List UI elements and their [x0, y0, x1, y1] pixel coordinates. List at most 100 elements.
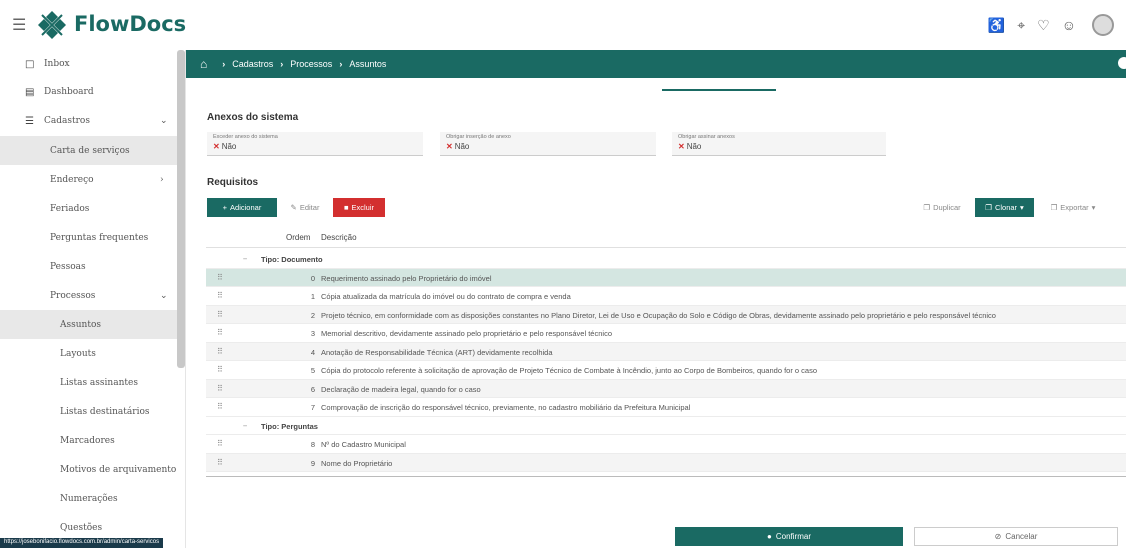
- sidebar: □ Inbox ▤ Dashboard ☰ Cadastros ⌄ Carta …: [0, 50, 186, 548]
- sidebar-item-processos[interactable]: Processos ⌄: [0, 281, 185, 310]
- home-icon[interactable]: ⌂: [200, 57, 207, 71]
- breadcrumb-item[interactable]: Processos: [290, 59, 332, 69]
- column-header-description[interactable]: Descrição: [321, 233, 357, 242]
- caret-down-icon: ▾: [1020, 203, 1024, 212]
- drag-handle-icon[interactable]: ⠿: [217, 273, 223, 282]
- field-value: ✕ Não: [213, 142, 236, 151]
- row-order: 5: [310, 366, 315, 375]
- confirm-button-label: Confirmar: [775, 532, 811, 541]
- copy-icon: ❐: [923, 203, 931, 212]
- add-button-label: Adicionar: [230, 203, 262, 212]
- export-button[interactable]: ❐ Exportar ▾: [1040, 198, 1106, 217]
- avatar[interactable]: [1092, 14, 1114, 36]
- sidebar-item-feriados[interactable]: Feriados: [0, 194, 185, 223]
- add-button[interactable]: + Adicionar: [207, 198, 277, 217]
- x-icon: ✕: [678, 142, 685, 151]
- drag-handle-icon[interactable]: ⠿: [217, 291, 223, 300]
- anexo-field-obrigar-insercao: Obrigar inserção de anexo ✕ Não: [440, 132, 656, 156]
- edit-button-label: Editar: [299, 203, 320, 212]
- sidebar-item-numeracoes[interactable]: Numerações: [0, 484, 185, 513]
- row-description: Anotação de Responsabilidade Técnica (AR…: [321, 347, 553, 357]
- app-name: FlowDocs: [74, 12, 187, 36]
- field-value-text: Não: [686, 142, 702, 151]
- chevron-down-icon: ⌄: [160, 116, 168, 126]
- breadcrumb-item[interactable]: Cadastros: [232, 59, 273, 69]
- sidebar-item-label: Numerações: [60, 493, 118, 504]
- table-row[interactable]: ⠿ 9 Nome do Proprietário: [206, 453, 1126, 472]
- sidebar-item-pessoas[interactable]: Pessoas: [0, 252, 185, 281]
- sidebar-item-inbox[interactable]: □ Inbox: [0, 50, 185, 78]
- drag-handle-icon[interactable]: ⠿: [217, 402, 223, 411]
- sidebar-item-label: Feriados: [50, 203, 90, 214]
- table-row[interactable]: ⠿ 3 Memorial descritivo, devidamente ass…: [206, 324, 1126, 343]
- column-header-order[interactable]: Ordem: [286, 233, 310, 242]
- anexos-title: Anexos do sistema: [207, 112, 299, 123]
- delete-button[interactable]: ■ Excluir: [333, 198, 385, 217]
- table-row[interactable]: ⠿ 7 Comprovação de inscrição do responsá…: [206, 398, 1126, 417]
- field-value: ✕ Não: [678, 142, 701, 151]
- table-row[interactable]: ⠿ 5 Cópia do protocolo referente à solic…: [206, 361, 1126, 380]
- sidebar-item-label: Pessoas: [50, 261, 86, 272]
- sidebar-item-label: Perguntas frequentes: [50, 232, 149, 243]
- sidebar-item-marcadores[interactable]: Marcadores: [0, 426, 185, 455]
- collapse-icon[interactable]: –: [243, 254, 247, 263]
- sidebar-item-listas-assinantes[interactable]: Listas assinantes: [0, 368, 185, 397]
- drag-handle-icon[interactable]: ⠿: [217, 328, 223, 337]
- edit-button[interactable]: ✎ Editar: [283, 198, 327, 217]
- drag-handle-icon[interactable]: ⠿: [217, 347, 223, 356]
- breadcrumb-item[interactable]: Assuntos: [349, 59, 386, 69]
- row-description: Nº do Cadastro Municipal: [321, 440, 406, 449]
- cancel-button[interactable]: ⊘ Cancelar: [914, 527, 1118, 546]
- sidebar-item-label: Layouts: [60, 348, 96, 359]
- accessibility-icon[interactable]: ♿: [988, 17, 1005, 34]
- sidebar-item-label: Inbox: [44, 59, 70, 69]
- group-label: Tipo: Documento: [261, 255, 323, 264]
- group-label: Tipo: Perguntas: [261, 421, 318, 431]
- table-row[interactable]: ⠿ 2 Projeto técnico, em conformidade com…: [206, 305, 1126, 324]
- table-row[interactable]: ⠿ 0 Requerimento assinado pelo Proprietá…: [206, 268, 1126, 287]
- sidebar-item-layouts[interactable]: Layouts: [0, 339, 185, 368]
- sidebar-item-motivos-arquivamento[interactable]: Motivos de arquivamento: [0, 455, 185, 484]
- row-order: 4: [310, 347, 315, 357]
- field-value-text: Não: [454, 142, 470, 151]
- sidebar-item-perguntas-frequentes[interactable]: Perguntas frequentes: [0, 223, 185, 252]
- export-button-label: Exportar: [1060, 203, 1089, 212]
- table-row[interactable]: ⠿ 8 Nº do Cadastro Municipal: [206, 435, 1126, 454]
- table-row[interactable]: ⠿ 4 Anotação de Responsabilidade Técnica…: [206, 342, 1126, 361]
- sidebar-scrollbar[interactable]: [177, 50, 185, 368]
- fullscreen-icon[interactable]: ⌖: [1017, 17, 1025, 34]
- pencil-icon: ✎: [290, 203, 297, 212]
- sidebar-item-dashboard[interactable]: ▤ Dashboard: [0, 78, 185, 106]
- group-row[interactable]: – Tipo: Documento: [206, 250, 1126, 269]
- drag-handle-icon[interactable]: ⠿: [217, 384, 223, 393]
- duplicate-button[interactable]: ❐ Duplicar: [916, 198, 968, 217]
- clone-button[interactable]: ❐ Clonar ▾: [975, 198, 1034, 217]
- users-icon[interactable]: ☺: [1062, 17, 1076, 33]
- cancel-circle-icon: ⊘: [994, 532, 1002, 541]
- hamburger-menu-icon[interactable]: ☰: [12, 15, 26, 35]
- group-row[interactable]: – Tipo: Perguntas: [206, 416, 1126, 435]
- confirm-button[interactable]: ● Confirmar: [675, 527, 903, 546]
- anexo-field-exceder: Exceder anexo do sistema ✕ Não: [207, 132, 423, 156]
- inbox-icon: □: [25, 58, 35, 70]
- drag-handle-icon[interactable]: ⠿: [217, 310, 223, 319]
- sidebar-item-endereco[interactable]: Endereço ›: [0, 165, 185, 194]
- sidebar-item-cadastros[interactable]: ☰ Cadastros ⌄: [0, 106, 185, 136]
- sidebar-item-carta-servicos[interactable]: Carta de serviços: [0, 136, 185, 165]
- field-value-text: Não: [221, 142, 237, 151]
- bell-icon[interactable]: ♡: [1037, 17, 1050, 34]
- list-icon: ☰: [25, 115, 34, 127]
- table-row[interactable]: ⠿ 1 Cópia atualizada da matrícula do imó…: [206, 287, 1126, 306]
- sidebar-item-assuntos[interactable]: Assuntos: [0, 310, 185, 339]
- collapse-icon[interactable]: –: [243, 421, 247, 430]
- table-row[interactable]: ⠿ 6 Declaração de madeira legal, quando …: [206, 379, 1126, 398]
- sidebar-item-label: Carta de serviços: [50, 145, 130, 156]
- drag-handle-icon[interactable]: ⠿: [217, 365, 223, 374]
- row-description: Projeto técnico, em conformidade com as …: [321, 310, 996, 320]
- drag-handle-icon[interactable]: ⠿: [217, 439, 223, 448]
- sidebar-item-listas-destinatarios[interactable]: Listas destinatários: [0, 397, 185, 426]
- drag-handle-icon[interactable]: ⠿: [217, 458, 223, 467]
- row-description: Declaração de madeira legal, quando for …: [321, 384, 481, 394]
- chevron-right-icon: ›: [339, 59, 343, 69]
- field-label: Obrigar assinar anexos: [678, 134, 735, 140]
